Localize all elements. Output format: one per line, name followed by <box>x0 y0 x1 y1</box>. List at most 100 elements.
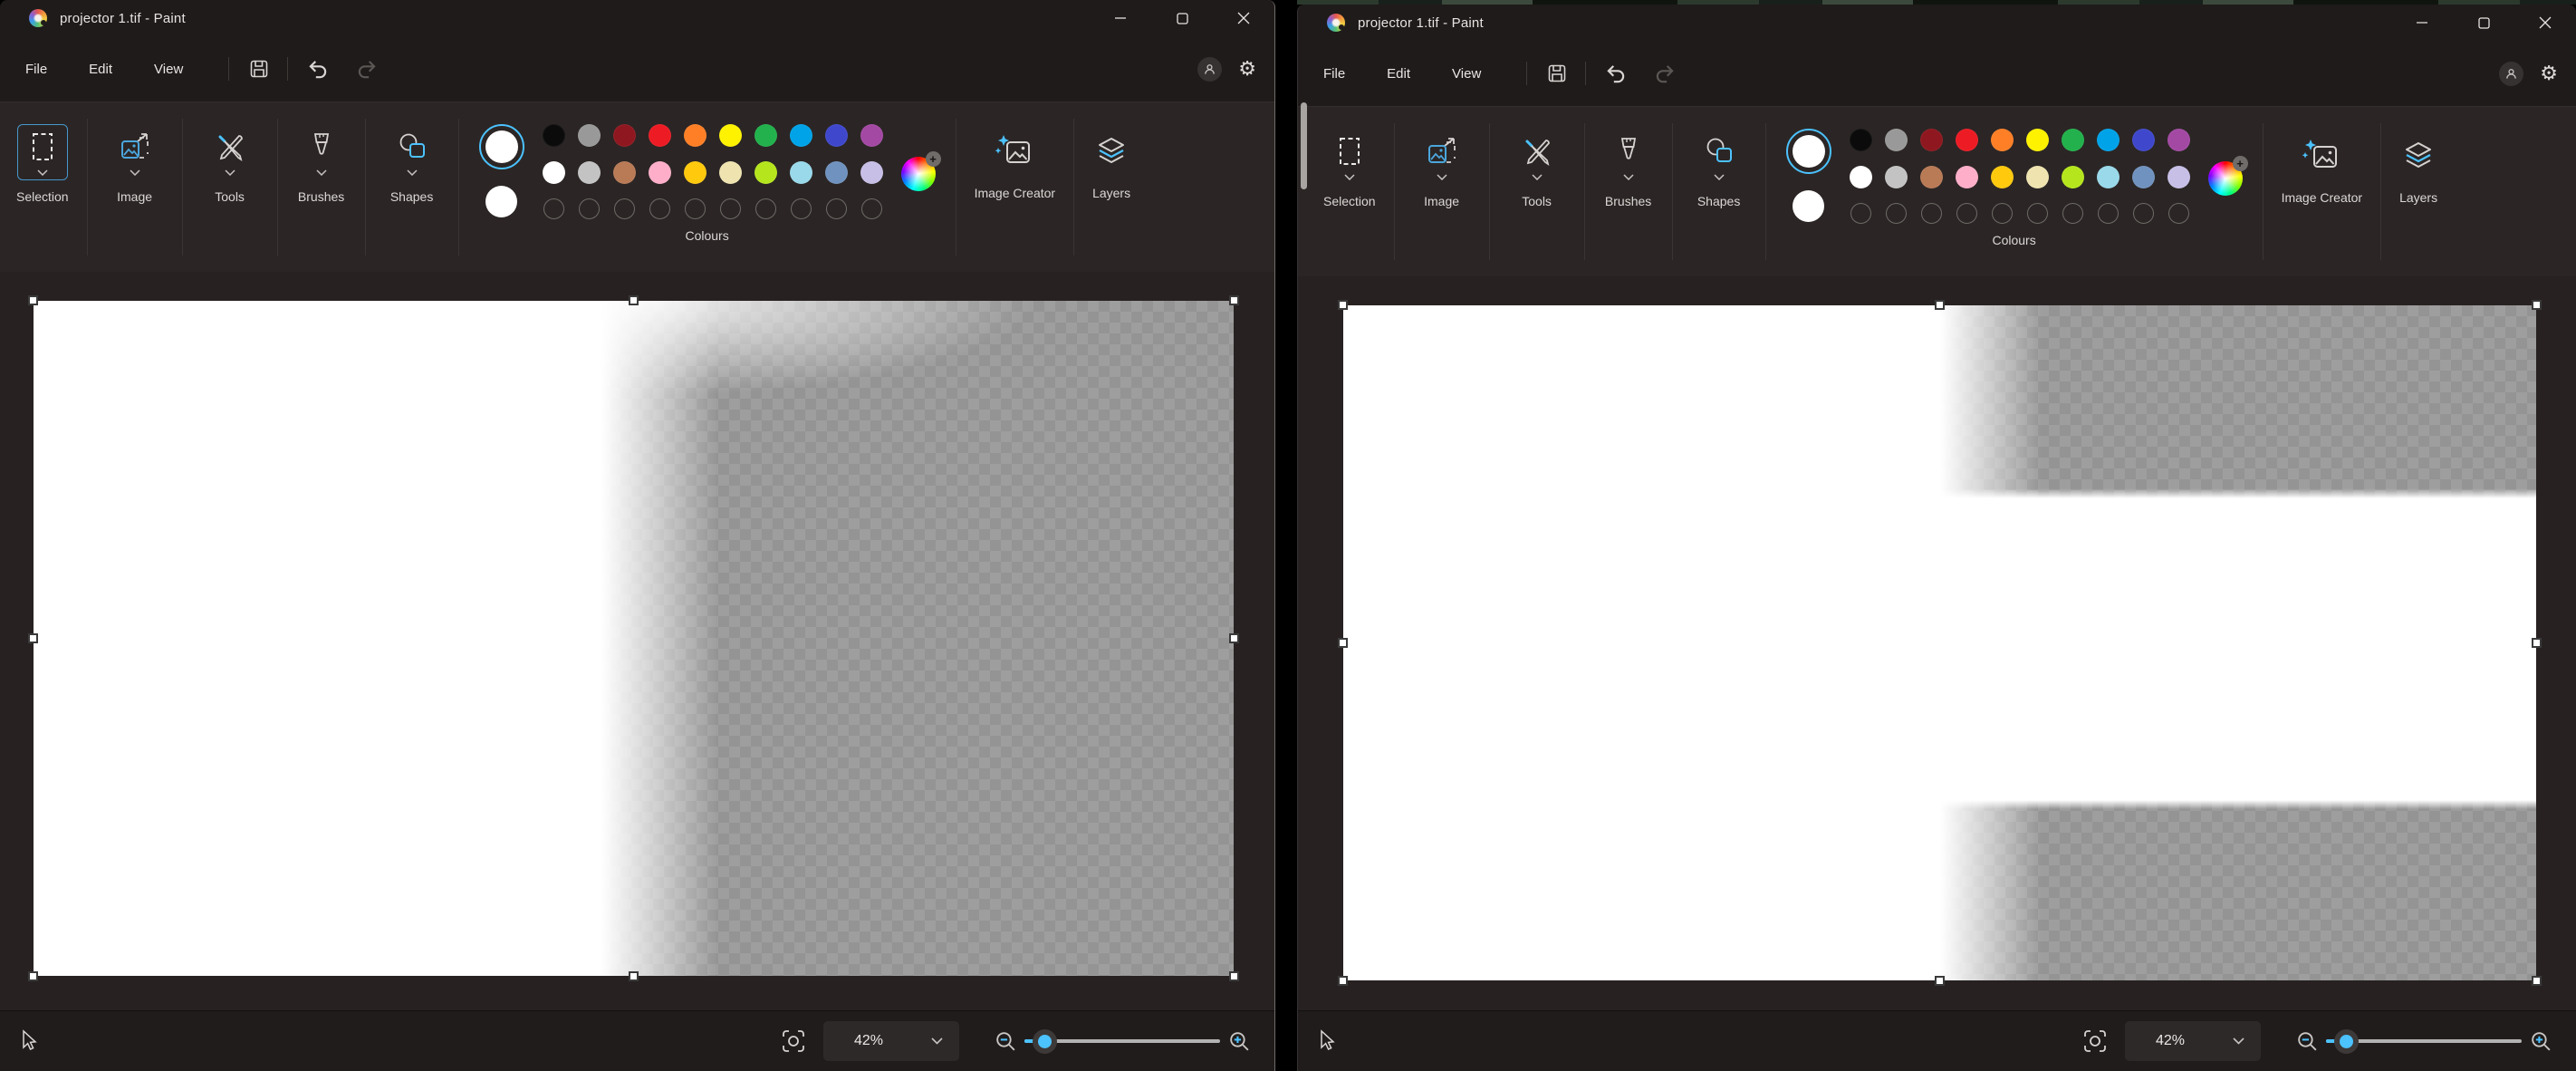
background-colour-swatch[interactable] <box>1793 190 1825 222</box>
palette-colour[interactable] <box>542 124 565 147</box>
canvas[interactable] <box>28 295 1239 981</box>
image-creator-group[interactable]: Image Creator <box>2271 107 2373 276</box>
palette-empty-slot[interactable] <box>790 198 812 219</box>
selection-tool-button[interactable] <box>16 124 68 180</box>
menu-file[interactable]: File <box>25 62 47 77</box>
palette-colour[interactable] <box>718 161 742 184</box>
zoom-slider-thumb[interactable] <box>2339 1034 2353 1048</box>
palette-colour[interactable] <box>2131 129 2155 151</box>
save-icon[interactable] <box>1542 58 1572 89</box>
save-icon[interactable] <box>244 53 274 84</box>
undo-icon[interactable] <box>1600 58 1631 89</box>
selection-handle-br[interactable] <box>1229 971 1239 981</box>
palette-empty-slot[interactable] <box>1885 203 1907 224</box>
selection-handle-tl[interactable] <box>1338 300 1348 310</box>
palette-colour[interactable] <box>1919 166 1943 188</box>
palette-empty-slot[interactable] <box>1956 203 1977 224</box>
palette-empty-slot[interactable] <box>825 198 847 219</box>
palette-empty-slot[interactable] <box>2132 203 2154 224</box>
palette-colour[interactable] <box>612 124 636 147</box>
tool-group-selection[interactable]: Selection <box>1312 107 1387 276</box>
palette-colour[interactable] <box>648 161 671 184</box>
palette-colour[interactable] <box>754 124 777 147</box>
close-button[interactable] <box>1213 0 1274 36</box>
ribbon-scrollbar[interactable] <box>1301 102 1307 189</box>
palette-empty-slot[interactable] <box>719 198 741 219</box>
selection-handle-ml[interactable] <box>1338 637 1348 648</box>
zoom-slider[interactable] <box>1024 1028 1220 1054</box>
palette-empty-slot[interactable] <box>860 198 882 219</box>
zoom-in-button[interactable] <box>2527 1028 2554 1055</box>
foreground-colour-swatch[interactable] <box>1785 129 1831 174</box>
palette-colour[interactable] <box>1919 129 1943 151</box>
palette-colour[interactable] <box>612 161 636 184</box>
image-creator-group[interactable]: Image Creator <box>964 102 1066 272</box>
close-button[interactable] <box>2514 5 2576 41</box>
palette-colour[interactable] <box>2096 166 2119 188</box>
menu-file[interactable]: File <box>1323 66 1345 82</box>
palette-colour[interactable] <box>2167 166 2190 188</box>
tool-group-brushes[interactable]: Brushes <box>285 102 358 272</box>
zoom-slider[interactable] <box>2326 1028 2522 1054</box>
zoom-level-dropdown[interactable]: 42% <box>2125 1021 2261 1061</box>
selection-handle-mr[interactable] <box>2532 637 2542 648</box>
palette-colour[interactable] <box>824 124 848 147</box>
palette-empty-slot[interactable] <box>1850 203 1871 224</box>
edit-colours-button[interactable]: + <box>900 151 941 191</box>
palette-colour[interactable] <box>1955 166 1978 188</box>
palette-colour[interactable] <box>860 161 883 184</box>
palette-empty-slot[interactable] <box>649 198 670 219</box>
palette-colour[interactable] <box>1990 129 2014 151</box>
edit-colours-button[interactable]: + <box>2207 156 2248 196</box>
selection-handle-tr[interactable] <box>1229 295 1239 305</box>
zoom-level-dropdown[interactable]: 42% <box>823 1021 959 1061</box>
menu-edit[interactable]: Edit <box>89 62 112 77</box>
palette-empty-slot[interactable] <box>578 198 600 219</box>
selection-handle-tl[interactable] <box>28 295 38 305</box>
selection-handle-bl[interactable] <box>1338 976 1348 986</box>
selection-handle-br[interactable] <box>2532 976 2542 986</box>
zoom-to-fit-button[interactable] <box>2080 1026 2110 1057</box>
tool-group-selection[interactable]: Selection <box>5 102 80 272</box>
palette-empty-slot[interactable] <box>2167 203 2189 224</box>
palette-colour[interactable] <box>789 124 812 147</box>
palette-empty-slot[interactable] <box>613 198 635 219</box>
layers-group[interactable]: Layers <box>2389 107 2448 276</box>
minimize-button[interactable] <box>1090 0 1151 36</box>
zoom-out-button[interactable] <box>992 1028 1019 1055</box>
settings-gear-icon[interactable]: ⚙ <box>1238 59 1256 79</box>
palette-empty-slot[interactable] <box>755 198 776 219</box>
tool-group-tools[interactable]: Tools <box>1497 107 1577 276</box>
palette-colour[interactable] <box>1884 166 1908 188</box>
palette-empty-slot[interactable] <box>1991 203 2013 224</box>
palette-colour[interactable] <box>2025 166 2049 188</box>
tool-group-shapes[interactable]: Shapes <box>373 102 451 272</box>
tool-group-tools[interactable]: Tools <box>190 102 270 272</box>
palette-colour[interactable] <box>1849 166 1872 188</box>
minimize-button[interactable] <box>2391 5 2453 41</box>
selection-tool-button[interactable] <box>1324 129 1375 185</box>
selection-handle-bm[interactable] <box>628 971 639 981</box>
palette-colour[interactable] <box>1955 129 1978 151</box>
palette-colour[interactable] <box>1990 166 2014 188</box>
maximize-button[interactable] <box>1151 0 1213 36</box>
palette-colour[interactable] <box>2061 166 2084 188</box>
selection-handle-tr[interactable] <box>2532 300 2542 310</box>
palette-colour[interactable] <box>2061 129 2084 151</box>
palette-colour[interactable] <box>1849 129 1872 151</box>
palette-empty-slot[interactable] <box>2062 203 2083 224</box>
account-icon[interactable] <box>1197 56 1223 82</box>
palette-colour[interactable] <box>754 161 777 184</box>
selection-handle-bl[interactable] <box>28 971 38 981</box>
layers-group[interactable]: Layers <box>1081 102 1141 272</box>
zoom-in-button[interactable] <box>1226 1028 1253 1055</box>
palette-colour[interactable] <box>648 124 671 147</box>
palette-colour[interactable] <box>860 124 883 147</box>
palette-colour[interactable] <box>789 161 812 184</box>
undo-icon[interactable] <box>303 53 333 84</box>
palette-empty-slot[interactable] <box>543 198 564 219</box>
account-icon[interactable] <box>2499 61 2524 86</box>
palette-colour[interactable] <box>683 124 706 147</box>
palette-empty-slot[interactable] <box>1920 203 1942 224</box>
palette-colour[interactable] <box>542 161 565 184</box>
